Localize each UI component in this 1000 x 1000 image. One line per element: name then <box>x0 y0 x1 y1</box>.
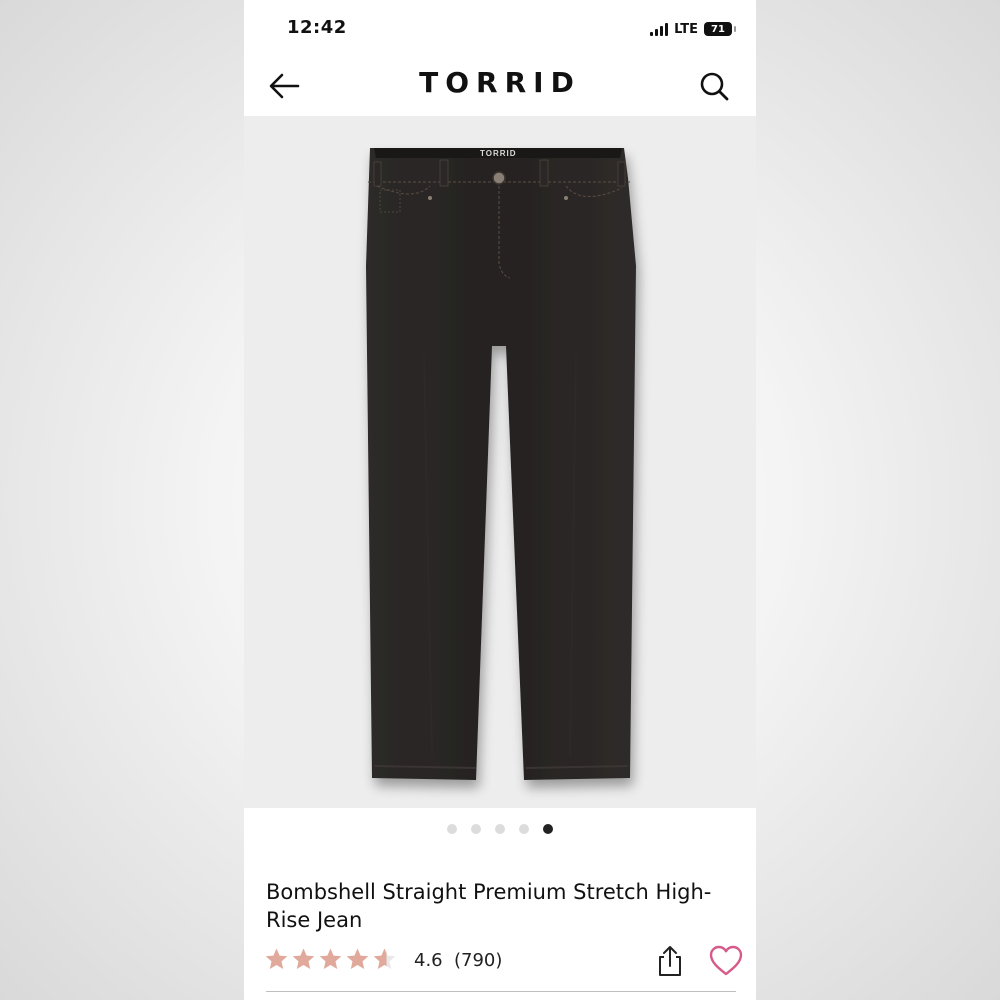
product-image-gallery[interactable]: TORRID <box>244 116 756 808</box>
pagination-dot[interactable] <box>519 824 529 834</box>
status-indicators: LTE 71 <box>650 19 736 39</box>
product-title: Bombshell Straight Premium Stretch High-… <box>266 880 712 932</box>
battery-icon: 71 <box>704 22 736 36</box>
star-icon <box>373 948 396 969</box>
heart-icon <box>709 945 743 976</box>
network-type: LTE <box>674 21 698 37</box>
product-image: TORRID <box>366 148 636 780</box>
status-bar: 12:42 LTE 71 <box>244 0 756 56</box>
signal-icon <box>650 22 669 36</box>
star-icon <box>319 948 342 969</box>
waistband-label: TORRID <box>480 149 517 158</box>
battery-level: 71 <box>711 23 725 35</box>
star-icon <box>265 948 288 969</box>
pagination-dot[interactable] <box>495 824 505 834</box>
phone-screen: 12:42 LTE 71 TORRID TORRID Bombshell Str… <box>244 0 756 1000</box>
status-time: 12:42 <box>287 17 347 38</box>
share-button[interactable] <box>653 944 687 978</box>
review-count[interactable]: (790) <box>454 950 502 971</box>
rating-stars[interactable] <box>264 947 397 972</box>
brand-logo[interactable]: TORRID <box>244 66 756 99</box>
divider <box>266 991 736 992</box>
favorite-button[interactable] <box>707 944 745 978</box>
pagination-dot[interactable] <box>543 824 553 834</box>
search-icon <box>700 72 729 101</box>
image-pagination <box>244 824 756 838</box>
rating-row: 4.6 (790) <box>264 944 743 978</box>
share-icon <box>659 946 681 976</box>
pagination-dot[interactable] <box>447 824 457 834</box>
app-header: TORRID <box>244 56 756 116</box>
rating-value: 4.6 <box>414 950 443 971</box>
search-button[interactable] <box>694 68 734 104</box>
star-icon <box>346 948 369 969</box>
star-icon <box>292 948 315 969</box>
pagination-dot[interactable] <box>471 824 481 834</box>
